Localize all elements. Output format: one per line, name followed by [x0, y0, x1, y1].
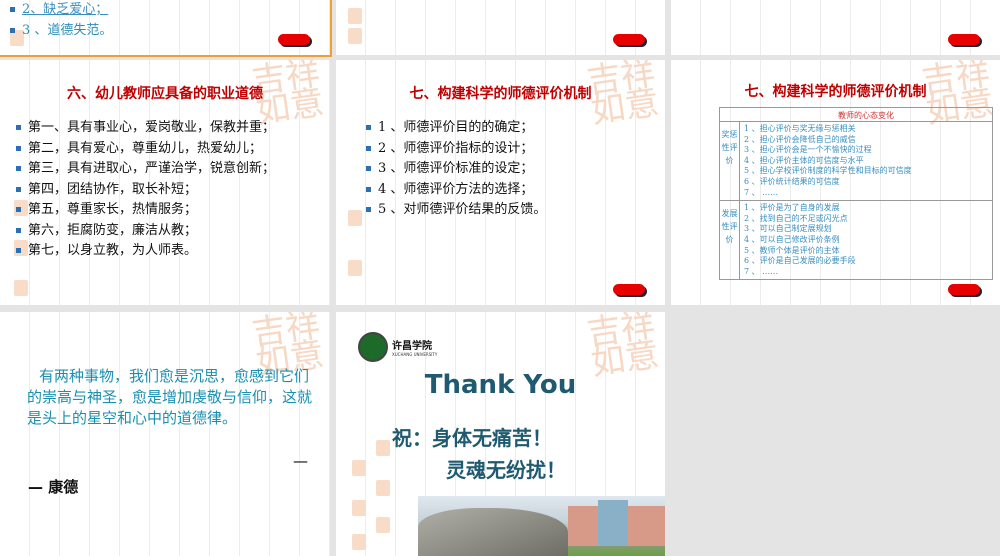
list-item: 第六，拒腐防变，廉洁从教；	[16, 221, 275, 242]
seal-decoration	[14, 280, 28, 296]
seal-decoration	[376, 517, 390, 533]
table-cell: 7 、 ……	[744, 266, 779, 276]
item-text: 第四，团结协作，取长补短；	[28, 181, 198, 197]
item-text: 3 、师德评价标准的设定；	[378, 161, 534, 176]
logo-name-cn: 许昌学院	[392, 341, 432, 352]
quote-dash: —	[293, 452, 308, 470]
logo-emblem-icon	[358, 332, 388, 362]
item-text: 第七，以身立教，为人师表。	[28, 243, 198, 258]
item-text: 第二，具有爱心，尊重幼儿，热爱幼儿；	[28, 140, 263, 156]
seal-decoration	[352, 500, 366, 516]
table-cell: 7 、 ……	[744, 187, 779, 197]
table-cell: 2 、担心评价会降低自己的威信	[744, 134, 856, 144]
seal-decoration	[348, 260, 362, 276]
nav-button[interactable]	[613, 284, 645, 295]
item-text: 3 、道德失范。	[22, 22, 113, 38]
nav-button[interactable]	[948, 284, 980, 295]
nav-button[interactable]	[278, 34, 310, 45]
item-text: 第一、具有事业心，爱岗敬业，保教并重；	[28, 120, 276, 135]
row-label: 奖惩性评价	[720, 122, 740, 201]
campus-photo	[418, 496, 665, 556]
slide-title: 六、幼儿教师应具备的职业道德	[67, 86, 263, 102]
slide-thumbnail-8[interactable]: 吉祥如意 许昌学院 XUCHANG UNIVERSITY Thank You 祝…	[336, 312, 665, 556]
list-item: 第二，具有爱心，尊重幼儿，热爱幼儿；	[16, 139, 275, 160]
table-cell: 3 、可以自己制定展规划	[744, 224, 832, 234]
item-text: 2 、师德评价指标的设计；	[378, 140, 534, 156]
slide-thumbnail-3[interactable]	[671, 0, 1000, 55]
seal-decoration	[352, 460, 366, 476]
table-cell: 2 、找到自己的不足或闪光点	[744, 213, 848, 223]
list-item: 第三，具有进取心，严谨治学，锐意创新；	[16, 159, 275, 180]
item-text: 第六，拒腐防变，廉洁从教；	[28, 222, 198, 238]
list-item: 第五，尊重家长，热情服务；	[16, 200, 275, 221]
list-item: 1 、师德评价目的的确定；	[366, 118, 546, 139]
slide-title: 七、构建科学的师德评价机制	[409, 86, 592, 102]
nav-button[interactable]	[613, 34, 645, 45]
table-cell: 3 、担心评价会是一个不愉快的过程	[744, 145, 872, 155]
table-header: 教师的心态变化	[720, 108, 992, 122]
table-cell: 4 、可以自己修改评价条例	[744, 234, 840, 244]
quote-text: 有两种事物，我们愈是沉思，愈感到它们的崇高与神圣，愈是增加虔敬与信仰，这就是头上…	[27, 367, 313, 427]
list-item: 2 、师德评价指标的设计；	[366, 139, 546, 160]
slide-thumbnail-2[interactable]	[336, 0, 665, 55]
seal-decoration	[348, 8, 362, 24]
seal-decoration	[352, 534, 366, 550]
list-item: 2、缺乏爱心；	[10, 0, 112, 21]
slide-title: 七、构建科学的师德评价机制	[744, 84, 927, 100]
seal-decoration	[348, 28, 362, 44]
item-text: 4 、师德评价方法的选择；	[378, 181, 534, 197]
table-row: 奖惩性评价 1 、担心评价与奖无缘与惩相关 2 、担心评价会降低自己的威信 3 …	[720, 122, 992, 201]
university-logo: 许昌学院 XUCHANG UNIVERSITY	[358, 332, 437, 362]
table-cell: 4 、担心评价主体的可信度与水平	[744, 155, 864, 165]
slide-thumbnail-1[interactable]: 2、缺乏爱心； 3 、道德失范。	[0, 0, 332, 57]
table-cell: 1 、担心评价与奖无缘与惩相关	[744, 124, 856, 133]
slide-thumbnail-6[interactable]: 吉祥如意 七、构建科学的师德评价机制 教师的心态变化 奖惩性评价 1 、担心评价…	[671, 60, 1000, 305]
list-item: 3 、道德失范。	[10, 21, 112, 42]
auspicious-decoration: 吉祥如意	[584, 312, 662, 384]
item-text: 1 、师德评价目的的确定；	[378, 120, 534, 135]
item-text: 第三，具有进取心，严谨治学，锐意创新；	[28, 161, 276, 176]
empty-slot	[671, 312, 1000, 556]
slide-thumbnail-7[interactable]: 吉祥如意 有两种事物，我们愈是沉思，愈感到它们的崇高与神圣，愈是增加虔敬与信仰，…	[0, 312, 330, 556]
list-item: 4 、师德评价方法的选择；	[366, 180, 546, 201]
logo-name-en: XUCHANG UNIVERSITY	[392, 352, 438, 357]
quote-author: — 康德	[28, 478, 79, 496]
thank-you-title: Thank You	[424, 370, 577, 400]
wish-line-2: 灵魂无纷扰！	[446, 458, 566, 482]
seal-decoration	[376, 440, 390, 456]
list-item: 第一、具有事业心，爱岗敬业，保教并重；	[16, 118, 275, 139]
list-item: 第四，团结协作，取长补短；	[16, 180, 275, 201]
table-cell: 5 、担心学校评价制度的科学性和目标的可信度	[744, 166, 912, 176]
seal-decoration	[348, 210, 362, 226]
table-cell: 5 、教师个体是评价的主体	[744, 245, 840, 255]
table-row: 发展性评价 1 、评价是为了自身的发展 2 、找到自己的不足或闪光点 3 、可以…	[720, 200, 992, 280]
table-cell: 1 、评价是为了自身的发展	[744, 203, 840, 213]
seal-decoration	[376, 480, 390, 496]
table-cell: 6 、评价是自己发展的必要手段	[744, 256, 856, 266]
wish-line-1: 祝：身体无痛苦！	[392, 426, 552, 450]
item-text: 5 、对师德评价结果的反馈。	[378, 202, 547, 217]
item-text: 第五，尊重家长，热情服务；	[28, 202, 198, 217]
list-item: 第七，以身立教，为人师表。	[16, 241, 275, 262]
list-item: 5 、对师德评价结果的反馈。	[366, 200, 546, 221]
nav-button[interactable]	[948, 34, 980, 45]
slide-thumbnail-4[interactable]: 吉祥如意 六、幼儿教师应具备的职业道德 第一、具有事业心，爱岗敬业，保教并重； …	[0, 60, 330, 305]
list-item: 3 、师德评价标准的设定；	[366, 159, 546, 180]
slide-thumbnail-5[interactable]: 吉祥如意 七、构建科学的师德评价机制 1 、师德评价目的的确定； 2 、师德评价…	[336, 60, 665, 305]
item-text: 2、缺乏爱心；	[22, 2, 109, 17]
row-label: 发展性评价	[720, 201, 740, 280]
attitude-table: 教师的心态变化 奖惩性评价 1 、担心评价与奖无缘与惩相关 2 、担心评价会降低…	[719, 107, 993, 281]
table-cell: 6 、评价统计结果的可信度	[744, 176, 840, 186]
